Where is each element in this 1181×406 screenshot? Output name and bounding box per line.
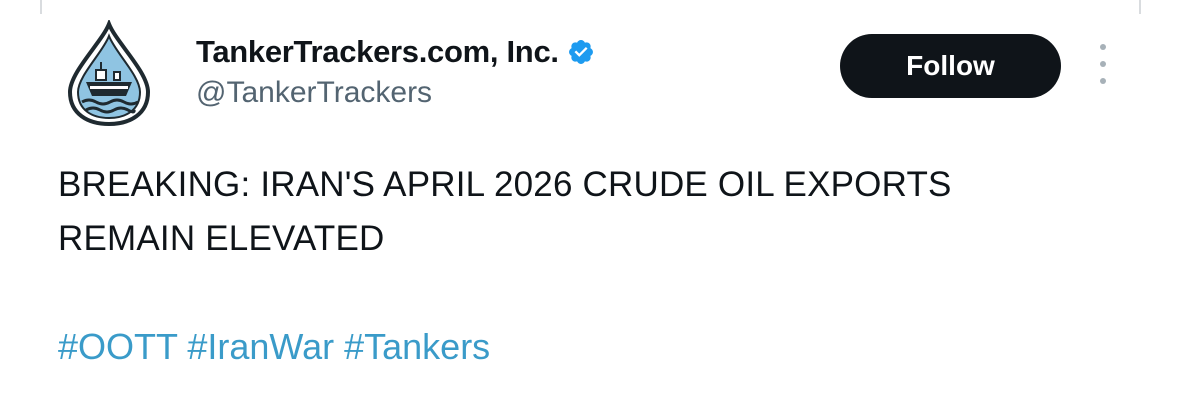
vertical-ellipsis-icon[interactable] bbox=[1094, 44, 1112, 84]
tweet-text-line: BREAKING: IRAN'S APRIL 2026 CRUDE OIL EX… bbox=[58, 165, 952, 204]
hashtag-oott[interactable]: #OOTT bbox=[58, 326, 177, 367]
card-right-border bbox=[1139, 0, 1141, 14]
ellipsis-dot bbox=[1100, 61, 1106, 67]
ellipsis-dot bbox=[1100, 78, 1106, 84]
card-left-border bbox=[40, 0, 42, 14]
hashtag-iranwar[interactable]: #IranWar bbox=[187, 326, 334, 367]
tweet-text-line: REMAIN ELEVATED bbox=[58, 219, 385, 258]
hashtag-list: #OOTT #IranWar #Tankers bbox=[58, 322, 490, 372]
hashtag-tankers[interactable]: #Tankers bbox=[344, 326, 490, 367]
verified-badge-icon[interactable] bbox=[567, 38, 595, 66]
avatar[interactable] bbox=[66, 20, 152, 128]
follow-button[interactable]: Follow bbox=[840, 34, 1061, 98]
oil-drop-tanker-logo-icon bbox=[67, 20, 151, 127]
author-display-name[interactable]: TankerTrackers.com, Inc. bbox=[196, 34, 559, 70]
tweet-text: BREAKING: IRAN'S APRIL 2026 CRUDE OIL EX… bbox=[58, 158, 1148, 266]
author-name-row: TankerTrackers.com, Inc. bbox=[196, 32, 595, 72]
ellipsis-dot bbox=[1100, 44, 1106, 50]
author-handle[interactable]: @TankerTrackers bbox=[196, 76, 432, 110]
